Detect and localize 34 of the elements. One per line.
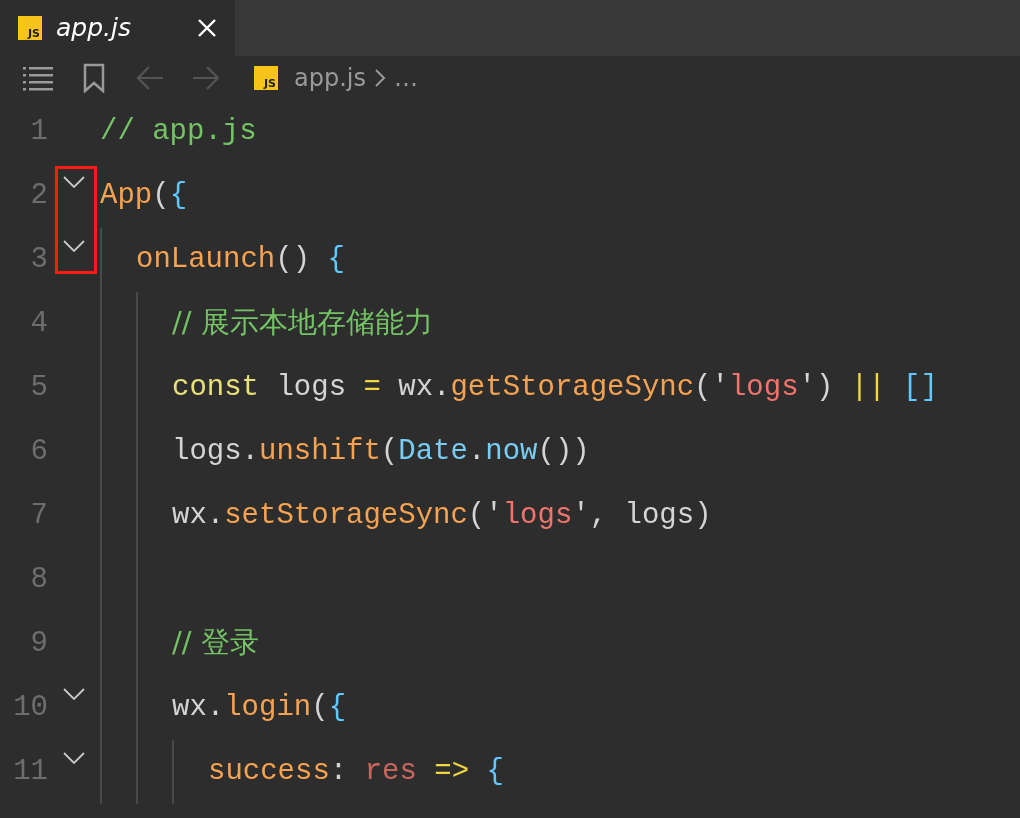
code-line: wx.login({ — [172, 690, 347, 727]
line-number: 9 — [29, 626, 48, 663]
outline-icon[interactable] — [23, 64, 53, 92]
close-icon[interactable] — [197, 18, 217, 38]
code-line: App({ — [100, 178, 188, 215]
chevron-down-icon[interactable] — [63, 240, 85, 252]
code-line: wx.setStorageSync('logs', logs) — [172, 498, 712, 535]
line-number: 8 — [29, 562, 48, 599]
line-number: 3 — [29, 242, 48, 279]
code-line: // app.js — [100, 114, 257, 151]
breadcrumb-more[interactable]: … — [394, 60, 418, 96]
code-line: // 展示本地存储能力 — [172, 304, 433, 342]
line-number: 2 — [29, 178, 48, 215]
editor-tab[interactable]: JS app.js — [0, 0, 235, 56]
line-number: 10 — [12, 690, 48, 727]
line-number: 11 — [12, 754, 48, 791]
bookmark-icon[interactable] — [83, 63, 105, 93]
line-number: 4 — [29, 306, 48, 343]
chevron-down-icon[interactable] — [63, 176, 85, 188]
code-line: logs.unshift(Date.now()) — [172, 434, 590, 471]
chevron-right-icon — [374, 68, 386, 88]
chevron-down-icon[interactable] — [63, 752, 85, 764]
js-file-icon: JS — [254, 66, 278, 90]
line-number: 5 — [29, 370, 48, 407]
breadcrumb-file[interactable]: app.js — [294, 60, 366, 96]
line-number: 7 — [29, 498, 48, 535]
line-number: 1 — [29, 114, 48, 151]
line-number: 6 — [29, 434, 48, 471]
chevron-down-icon[interactable] — [63, 688, 85, 700]
js-file-icon: JS — [18, 16, 42, 40]
code-line: success: res => { — [208, 754, 504, 791]
code-line: const logs = wx.getStorageSync('logs') || [] — [172, 370, 938, 407]
code-line: onLaunch() { — [136, 242, 345, 279]
code-line: // 登录 — [172, 624, 259, 662]
